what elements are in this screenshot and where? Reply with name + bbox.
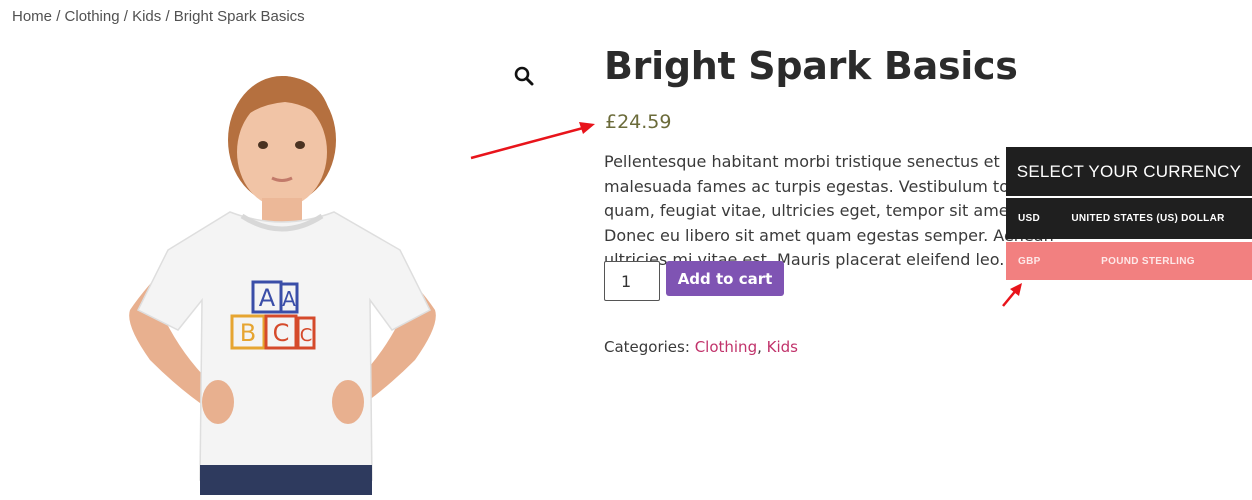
currency-switcher-heading: SELECT YOUR CURRENCY <box>1006 147 1252 196</box>
product-price: £24.59 <box>605 111 672 133</box>
currency-name: UNITED STATES (US) DOLLAR <box>1071 213 1225 224</box>
currency-name: POUND STERLING <box>1101 255 1195 267</box>
breadcrumb-home[interactable]: Home <box>12 8 52 25</box>
currency-option-gbp[interactable]: GBP POUND STERLING <box>1006 242 1252 280</box>
product-title: Bright Spark Basics <box>604 44 1018 88</box>
currency-code: GBP <box>1018 255 1041 267</box>
breadcrumb-clothing[interactable]: Clothing <box>65 8 120 25</box>
category-link-clothing[interactable]: Clothing <box>695 338 757 356</box>
quantity-input[interactable] <box>604 261 660 301</box>
currency-code: USD <box>1018 213 1041 224</box>
breadcrumb-separator: / <box>123 8 128 25</box>
zoom-icon[interactable] <box>512 64 536 88</box>
product-image[interactable]: A A B C C <box>110 60 470 495</box>
annotation-arrow-price <box>470 122 595 160</box>
category-link-kids[interactable]: Kids <box>767 338 798 356</box>
svg-text:C: C <box>273 319 290 347</box>
product-categories: Categories: Clothing, Kids <box>604 338 798 356</box>
breadcrumb: Home / Clothing / Kids / Bright Spark Ba… <box>12 8 305 25</box>
categories-label: Categories: <box>604 338 690 356</box>
svg-text:A: A <box>259 284 276 312</box>
svg-text:B: B <box>240 319 256 347</box>
product-photo: A A B C C <box>129 76 436 495</box>
currency-switcher: SELECT YOUR CURRENCY USD UNITED STATES (… <box>1006 147 1252 280</box>
breadcrumb-separator: / <box>56 8 61 25</box>
add-to-cart-button[interactable]: Add to cart <box>666 261 784 296</box>
breadcrumb-separator: / <box>165 8 170 25</box>
currency-option-usd[interactable]: USD UNITED STATES (US) DOLLAR <box>1006 198 1252 239</box>
breadcrumb-kids[interactable]: Kids <box>132 8 161 25</box>
svg-text:C: C <box>300 325 313 346</box>
breadcrumb-current: Bright Spark Basics <box>173 8 305 25</box>
product-description: Pellentesque habitant morbi tristique se… <box>604 152 1071 269</box>
svg-text:A: A <box>282 287 296 311</box>
annotation-arrow-currency <box>1002 283 1022 307</box>
